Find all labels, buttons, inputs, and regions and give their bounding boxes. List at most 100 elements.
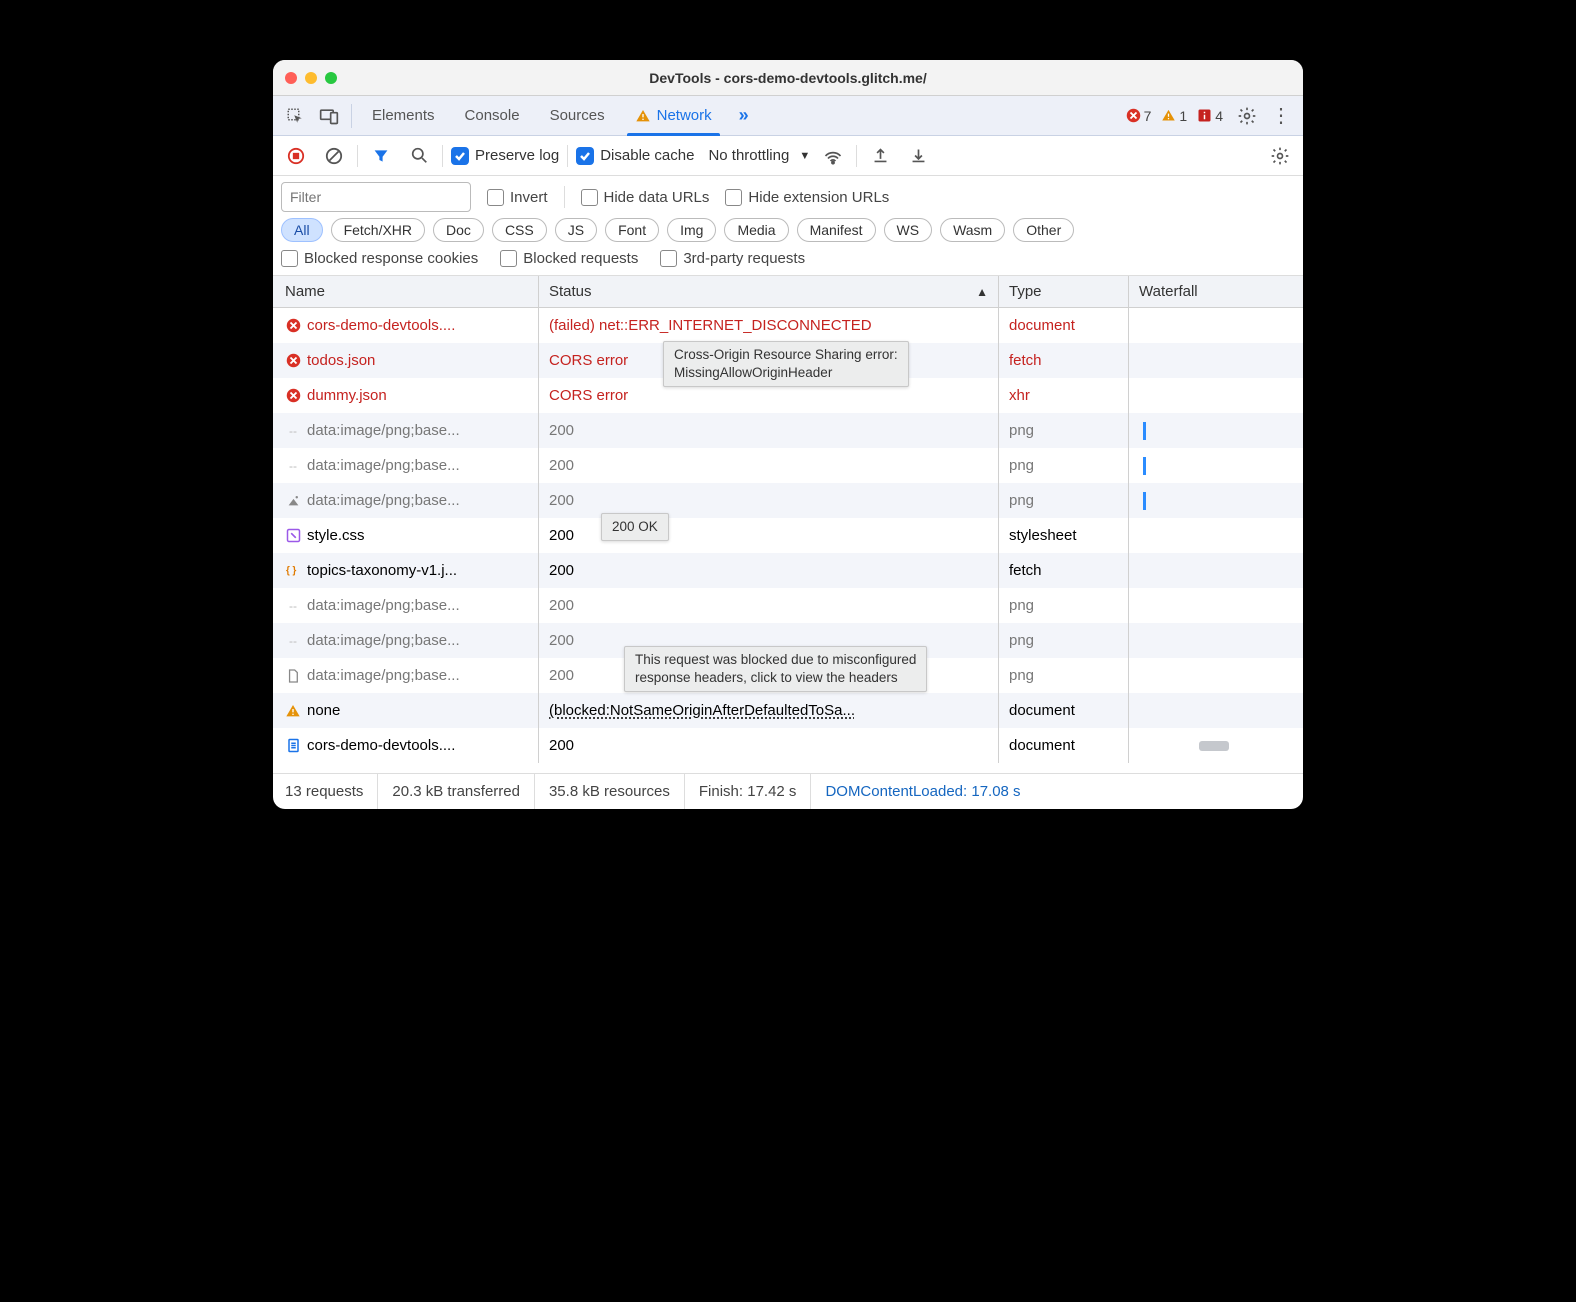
type-text: png [1009, 667, 1034, 684]
blocked-requests-checkbox[interactable]: Blocked requests [500, 250, 638, 267]
status-text: 200 [549, 457, 574, 474]
status-resources: 35.8 kB resources [535, 774, 685, 809]
status-text: 200 [549, 562, 574, 579]
type-text: fetch [1009, 352, 1042, 369]
row-icon [285, 318, 301, 334]
hide-extension-urls-checkbox[interactable]: Hide extension URLs [725, 189, 889, 206]
table-row[interactable]: --data:image/png;base...200png [273, 413, 1303, 448]
record-button[interactable] [281, 141, 311, 171]
table-row[interactable]: --data:image/png;base...200png [273, 588, 1303, 623]
more-menu-icon[interactable]: ⋮ [1265, 100, 1297, 132]
filter-icon[interactable] [366, 141, 396, 171]
status-finish: Finish: 17.42 s [685, 774, 812, 809]
tab-network[interactable]: Network [621, 96, 726, 136]
row-icon: { } [285, 563, 301, 579]
error-icon [1126, 108, 1141, 123]
table-row[interactable]: { }topics-taxonomy-v1.j...200fetch [273, 553, 1303, 588]
filter-pill-css[interactable]: CSS [492, 218, 547, 242]
preserve-log-checkbox[interactable]: Preserve log [451, 147, 559, 165]
download-icon[interactable] [903, 141, 933, 171]
search-icon[interactable] [404, 141, 434, 171]
status-domcontentloaded: DOMContentLoaded: 17.08 s [811, 774, 1034, 809]
table-row[interactable]: --data:image/png;base...200png [273, 448, 1303, 483]
minimize-window-button[interactable] [305, 72, 317, 84]
svg-text:{ }: { } [286, 566, 297, 577]
type-text: png [1009, 632, 1034, 649]
blocked-cookies-checkbox[interactable]: Blocked response cookies [281, 250, 478, 267]
type-text: stylesheet [1009, 527, 1077, 544]
filter-pill-doc[interactable]: Doc [433, 218, 484, 242]
status-text: 200 [549, 667, 574, 684]
filter-pill-media[interactable]: Media [724, 218, 788, 242]
clear-button[interactable] [319, 141, 349, 171]
status-text: (blocked:NotSameOriginAfterDefaultedToSa… [549, 702, 855, 719]
settings-icon[interactable] [1231, 100, 1263, 132]
status-text: 200 [549, 597, 574, 614]
row-icon [285, 493, 301, 509]
tab-elements[interactable]: Elements [358, 96, 449, 136]
throttle-select[interactable]: No throttling ▼ [708, 147, 810, 164]
request-name: dummy.json [307, 387, 387, 404]
filter-pill-all[interactable]: All [281, 218, 323, 242]
column-name[interactable]: Name [273, 276, 539, 307]
upload-icon[interactable] [865, 141, 895, 171]
status-text: 200 [549, 492, 574, 509]
status-text: (failed) net::ERR_INTERNET_DISCONNECTED [549, 317, 872, 334]
filter-pill-js[interactable]: JS [555, 218, 597, 242]
network-conditions-icon[interactable] [818, 141, 848, 171]
more-tabs-button[interactable]: » [728, 100, 760, 132]
close-window-button[interactable] [285, 72, 297, 84]
cors-tooltip: Cross-Origin Resource Sharing error: Mis… [663, 341, 909, 387]
request-name: data:image/png;base... [307, 457, 460, 474]
chevron-down-icon: ▼ [799, 150, 810, 162]
request-name: data:image/png;base... [307, 667, 460, 684]
row-icon [285, 388, 301, 404]
filter-pill-manifest[interactable]: Manifest [797, 218, 876, 242]
column-type[interactable]: Type [999, 276, 1129, 307]
table-row[interactable]: style.css 200 stylesheet [273, 518, 1303, 553]
table-row[interactable]: cors-demo-devtools....200document [273, 728, 1303, 763]
row-icon [285, 738, 301, 754]
row-icon [285, 668, 301, 684]
waterfall-bar [1199, 741, 1229, 751]
status-bar: 13 requests 20.3 kB transferred 35.8 kB … [273, 773, 1303, 809]
hide-data-urls-checkbox[interactable]: Hide data URLs [581, 189, 710, 206]
filter-pill-other[interactable]: Other [1013, 218, 1074, 242]
filter-input[interactable] [281, 182, 471, 212]
inspect-icon[interactable] [279, 100, 311, 132]
window-controls [285, 72, 337, 84]
status-200-tooltip: 200 OK [601, 513, 669, 541]
resource-type-filters: All Fetch/XHR Doc CSS JS Font Img Media Manifest… [273, 216, 1303, 248]
table-row[interactable]: none(blocked:NotSameOriginAfterDefaulted… [273, 693, 1303, 728]
issue-counts[interactable]: 7 1 4 [1126, 108, 1229, 124]
waterfall-bar [1143, 457, 1146, 475]
status-text: 200 [549, 527, 574, 544]
disable-cache-checkbox[interactable]: Disable cache [576, 147, 694, 165]
invert-checkbox[interactable]: Invert [487, 189, 548, 206]
type-text: document [1009, 737, 1075, 754]
filter-pill-img[interactable]: Img [667, 218, 716, 242]
maximize-window-button[interactable] [325, 72, 337, 84]
request-name: topics-taxonomy-v1.j... [307, 562, 457, 579]
column-waterfall[interactable]: Waterfall [1129, 276, 1303, 307]
waterfall-bar [1143, 422, 1146, 440]
table-row[interactable]: data:image/png;base...200png [273, 483, 1303, 518]
filter-pill-wasm[interactable]: Wasm [940, 218, 1005, 242]
filter-pill-ws[interactable]: WS [884, 218, 933, 242]
tab-console[interactable]: Console [451, 96, 534, 136]
status-text: 200 [549, 632, 574, 649]
third-party-checkbox[interactable]: 3rd-party requests [660, 250, 805, 267]
filter-pill-font[interactable]: Font [605, 218, 659, 242]
filter-bar: Invert Hide data URLs Hide extension URL… [273, 176, 1303, 216]
table-row[interactable]: cors-demo-devtools....(failed) net::ERR_… [273, 308, 1303, 343]
panel-settings-icon[interactable] [1265, 141, 1295, 171]
column-status[interactable]: Status▲ [539, 276, 999, 307]
request-name: style.css [307, 527, 365, 544]
device-toggle-icon[interactable] [313, 100, 345, 132]
request-name: cors-demo-devtools.... [307, 737, 455, 754]
panel-tabs: Elements Console Sources Network » 7 1 4… [273, 96, 1303, 136]
tab-sources[interactable]: Sources [536, 96, 619, 136]
filter-pill-fetchxhr[interactable]: Fetch/XHR [331, 218, 425, 242]
type-text: png [1009, 492, 1034, 509]
status-transferred: 20.3 kB transferred [378, 774, 535, 809]
